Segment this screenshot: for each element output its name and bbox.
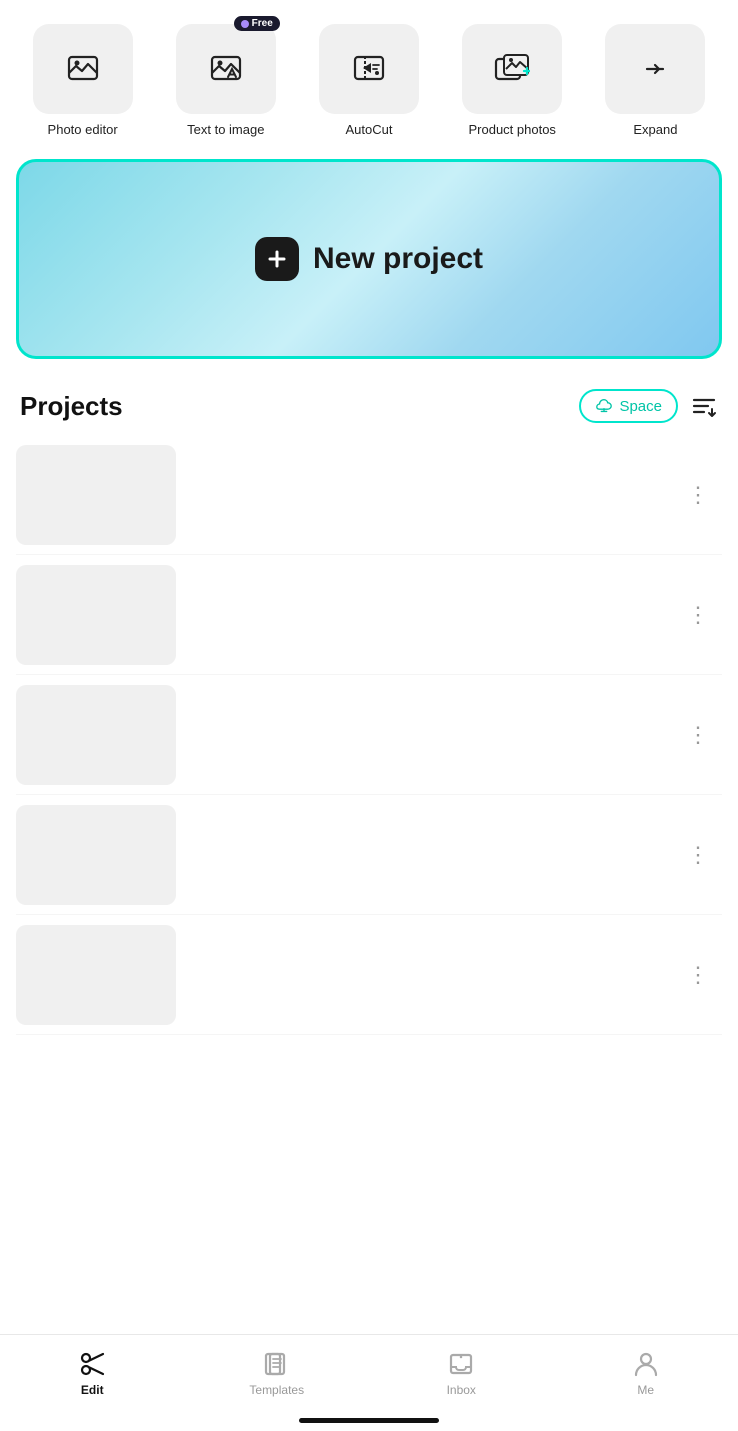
autocut-icon bbox=[351, 51, 387, 87]
photo-editor-icon bbox=[65, 51, 101, 87]
nav-edit-label: Edit bbox=[81, 1383, 104, 1397]
project-thumbnail-2 bbox=[16, 565, 176, 665]
projects-list: ⋮ ⋮ ⋮ ⋮ ⋮ bbox=[0, 435, 738, 1035]
product-photos-label: Product photos bbox=[468, 122, 555, 137]
space-button-label: Space bbox=[619, 398, 662, 415]
inbox-icon bbox=[446, 1349, 476, 1379]
project-more-button-2[interactable]: ⋮ bbox=[679, 596, 718, 634]
tool-text-to-image[interactable]: Free Text to image bbox=[159, 24, 292, 137]
nav-item-inbox[interactable]: Inbox bbox=[369, 1345, 554, 1401]
new-project-button[interactable]: New project bbox=[16, 159, 722, 359]
bottom-nav: Edit Templates Inbox Me bbox=[0, 1334, 738, 1431]
sort-button[interactable] bbox=[690, 392, 718, 420]
space-button[interactable]: Space bbox=[579, 389, 678, 423]
text-to-image-label: Text to image bbox=[187, 122, 264, 137]
tool-product-photos[interactable]: Product photos bbox=[446, 24, 579, 137]
nav-item-edit[interactable]: Edit bbox=[0, 1345, 185, 1401]
photo-editor-label: Photo editor bbox=[48, 122, 118, 137]
tool-expand[interactable]: Expand bbox=[589, 24, 722, 137]
projects-title: Projects bbox=[20, 391, 123, 422]
project-thumbnail-1 bbox=[16, 445, 176, 545]
product-photos-icon-box bbox=[462, 24, 562, 114]
nav-inbox-label: Inbox bbox=[447, 1383, 476, 1397]
sort-icon bbox=[690, 392, 718, 420]
autocut-label: AutoCut bbox=[346, 122, 393, 137]
table-row: ⋮ bbox=[16, 555, 722, 675]
projects-header: Projects Space bbox=[0, 369, 738, 435]
top-toolbar: Photo editor Free Text to image bbox=[0, 0, 738, 149]
project-more-button-1[interactable]: ⋮ bbox=[679, 476, 718, 514]
table-row: ⋮ bbox=[16, 915, 722, 1035]
project-thumbnail-5 bbox=[16, 925, 176, 1025]
project-more-button-5[interactable]: ⋮ bbox=[679, 956, 718, 994]
nav-item-me[interactable]: Me bbox=[554, 1345, 738, 1401]
photo-editor-icon-box bbox=[33, 24, 133, 114]
header-actions: Space bbox=[579, 389, 718, 423]
scissors-icon bbox=[77, 1349, 107, 1379]
text-to-image-icon-box: Free bbox=[176, 24, 276, 114]
project-more-button-4[interactable]: ⋮ bbox=[679, 836, 718, 874]
table-row: ⋮ bbox=[16, 795, 722, 915]
tool-autocut[interactable]: AutoCut bbox=[302, 24, 435, 137]
nav-me-label: Me bbox=[637, 1383, 654, 1397]
home-indicator bbox=[299, 1418, 439, 1423]
expand-icon-box bbox=[605, 24, 705, 114]
new-project-section: New project bbox=[0, 149, 738, 369]
templates-icon bbox=[262, 1349, 292, 1379]
tool-photo-editor[interactable]: Photo editor bbox=[16, 24, 149, 137]
expand-icon bbox=[637, 51, 673, 87]
project-thumbnail-4 bbox=[16, 805, 176, 905]
table-row: ⋮ bbox=[16, 435, 722, 555]
product-photos-icon bbox=[494, 51, 530, 87]
project-more-button-3[interactable]: ⋮ bbox=[679, 716, 718, 754]
text-to-image-icon bbox=[208, 51, 244, 87]
autocut-icon-box bbox=[319, 24, 419, 114]
cloud-icon bbox=[595, 397, 613, 415]
free-badge: Free bbox=[234, 16, 280, 31]
nav-templates-label: Templates bbox=[249, 1383, 304, 1397]
table-row: ⋮ bbox=[16, 675, 722, 795]
project-thumbnail-3 bbox=[16, 685, 176, 785]
new-project-label: New project bbox=[313, 242, 483, 276]
expand-label: Expand bbox=[633, 122, 677, 137]
me-icon bbox=[631, 1349, 661, 1379]
nav-item-templates[interactable]: Templates bbox=[185, 1345, 370, 1401]
new-project-plus-icon bbox=[255, 237, 299, 281]
